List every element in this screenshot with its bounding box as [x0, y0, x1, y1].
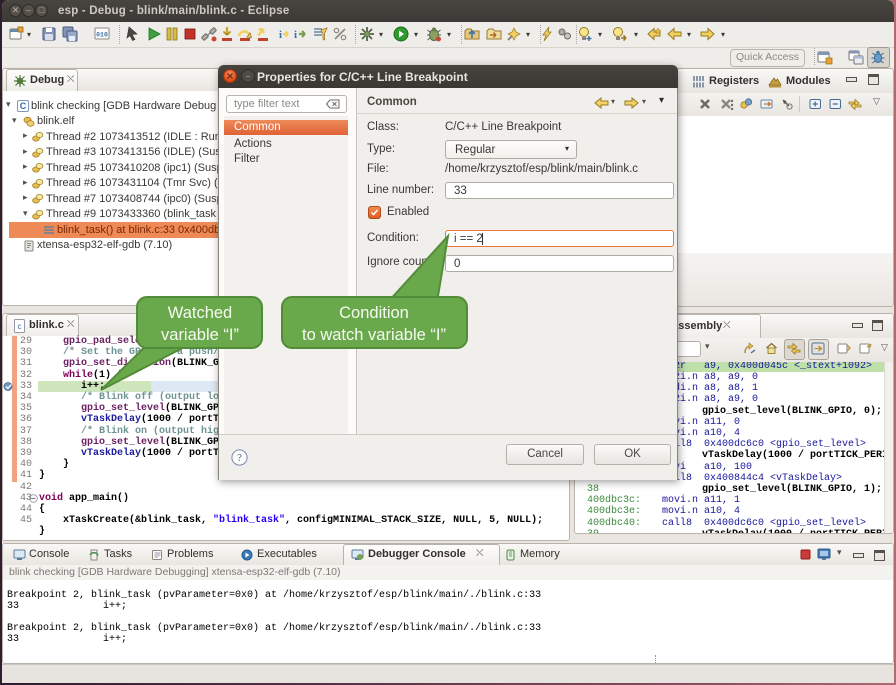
- svg-text:to watch variable “I”: to watch variable “I”: [302, 326, 446, 344]
- svg-text:Condition: Condition: [339, 304, 409, 322]
- svg-text:Watched: Watched: [168, 304, 233, 322]
- svg-text:variable “I”: variable “I”: [161, 326, 239, 344]
